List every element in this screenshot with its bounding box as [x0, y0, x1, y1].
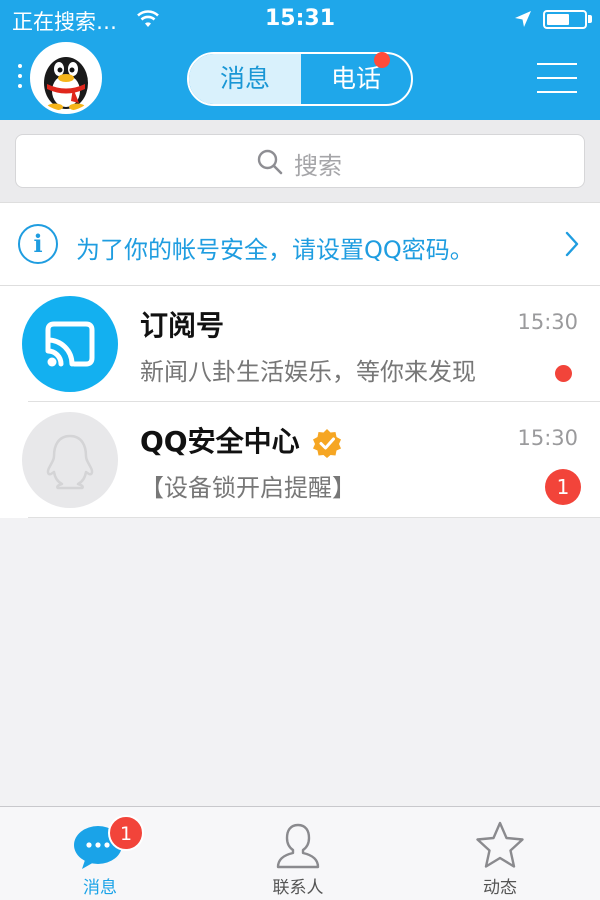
conversation-time: 15:30: [517, 426, 578, 450]
status-bar: 正在搜索… 15:31: [0, 0, 600, 38]
status-time: 15:31: [264, 6, 336, 31]
calls-unread-dot: [374, 52, 390, 68]
security-notice[interactable]: i 为了你的帐号安全，请设置QQ密码。: [0, 202, 600, 286]
penguin-outline-icon: [46, 434, 94, 490]
bottom-tab-bar: 1 消息 联系人 动态: [0, 806, 600, 900]
penguin-icon: [44, 57, 88, 111]
info-icon: i: [18, 224, 58, 264]
unread-dot: [555, 365, 572, 382]
tab-label: 消息: [83, 878, 117, 898]
search-icon: [257, 149, 283, 175]
star-icon: [476, 821, 524, 868]
segmented-control: 消息 电话: [187, 52, 413, 106]
conversation-list: 订阅号 15:30 新闻八卦生活娱乐，等你来发现 QQ安全中心 15:30 【设…: [0, 286, 600, 518]
subscription-avatar: [22, 296, 118, 392]
menu-icon[interactable]: [537, 61, 577, 95]
tab-messages[interactable]: 消息: [189, 54, 301, 104]
tab-label: 动态: [483, 878, 517, 898]
chevron-right-icon: [565, 231, 579, 257]
tab-bar-contacts[interactable]: 联系人: [198, 807, 398, 900]
search-placeholder: 搜索: [294, 152, 342, 180]
more-dots-icon[interactable]: [17, 64, 23, 90]
security-center-avatar: [22, 412, 118, 508]
verified-badge-icon: [313, 429, 341, 458]
tab-label: 联系人: [272, 878, 324, 898]
user-avatar[interactable]: [30, 42, 102, 114]
unread-count-badge: 1: [545, 469, 581, 505]
location-arrow-icon: [515, 11, 531, 27]
conversation-preview: 【设备锁开启提醒】: [140, 474, 356, 502]
tab-calls[interactable]: 电话: [301, 54, 411, 104]
battery-icon: [543, 10, 587, 29]
top-bar: 正在搜索… 15:31 消息 电话: [0, 0, 600, 120]
tab-bar-feed[interactable]: 动态: [400, 807, 600, 900]
tab-bar-messages[interactable]: 1 消息: [0, 807, 200, 900]
notice-text: 为了你的帐号安全，请设置QQ密码。: [76, 236, 474, 264]
contacts-icon: [276, 823, 320, 869]
conversation-row-security-center[interactable]: QQ安全中心 15:30 【设备锁开启提醒】 1: [0, 402, 600, 518]
rss-icon: [45, 321, 95, 367]
messages-badge: 1: [108, 815, 144, 851]
conversation-title: QQ安全中心: [140, 425, 300, 458]
conversation-preview: 新闻八卦生活娱乐，等你来发现: [140, 358, 476, 386]
search-area: 搜索: [0, 120, 600, 202]
search-input[interactable]: 搜索: [15, 134, 585, 188]
conversation-row-subscriptions[interactable]: 订阅号 15:30 新闻八卦生活娱乐，等你来发现: [0, 286, 600, 402]
conversation-title: 订阅号: [140, 309, 225, 342]
conversation-time: 15:30: [517, 310, 578, 334]
